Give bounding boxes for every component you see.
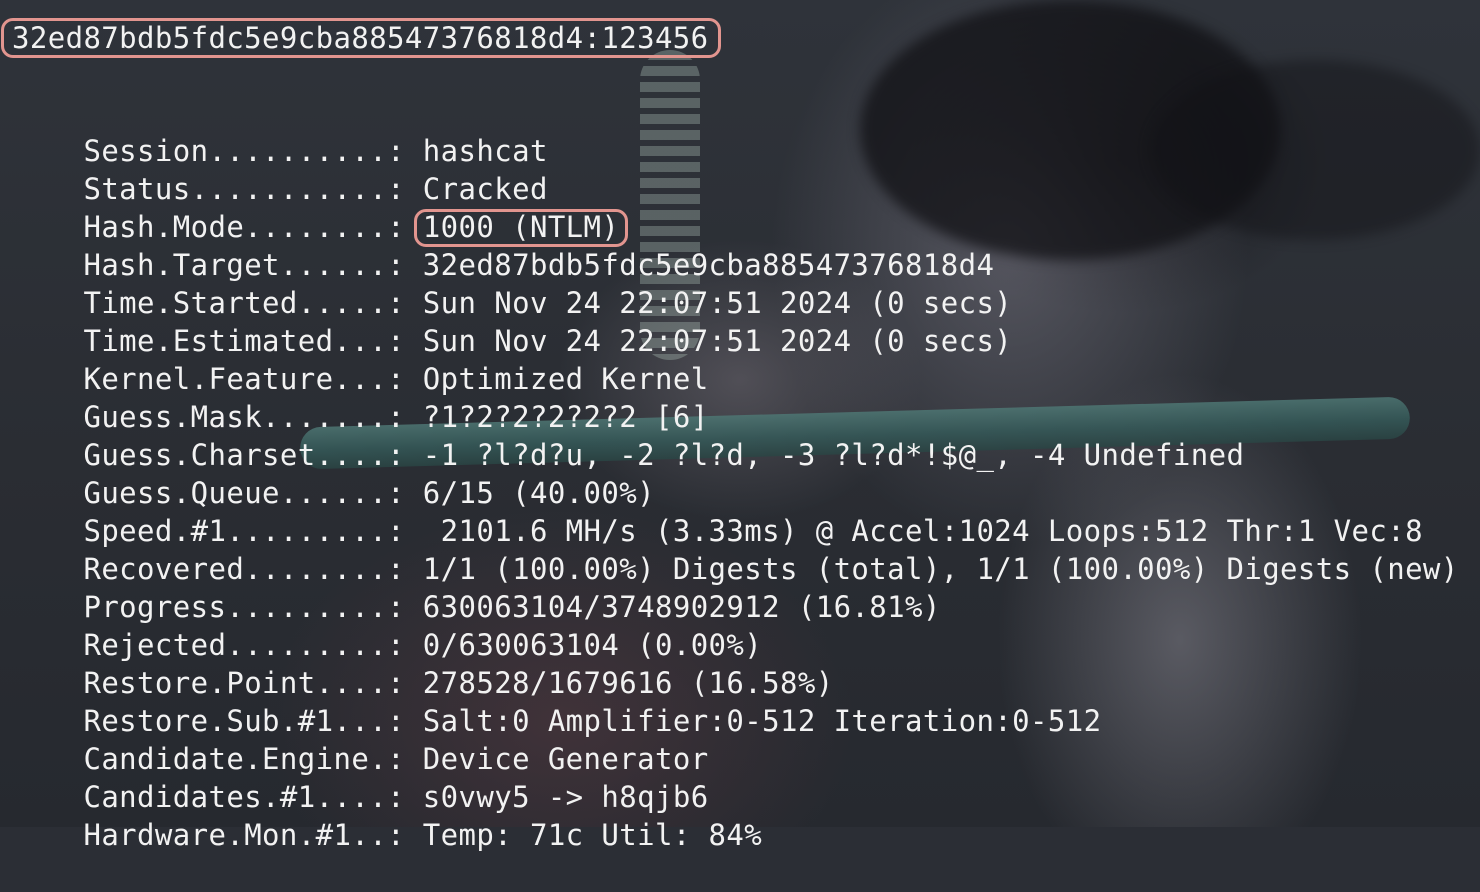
cracked-hash-highlight: 32ed87bdb5fdc5e9cba88547376818d4:123456 xyxy=(1,18,721,58)
terminal-output: 32ed87bdb5fdc5e9cba88547376818d4:123456 … xyxy=(0,0,1480,852)
status-line-guess-charset: Guess.Charset....: -1 ?l?d?u, -2 ?l?d, -… xyxy=(12,398,1244,472)
status-line-time-estimated: Time.Estimated...: Sun Nov 24 22:07:51 2… xyxy=(12,284,1012,358)
status-line-rejected: Rejected.........: 0/630063104 (0.00%) xyxy=(12,588,762,662)
status-line-time-started: Time.Started.....: Sun Nov 24 22:07:51 2… xyxy=(12,246,1012,320)
status-line-restore-point: Restore.Point....: 278528/1679616 (16.58… xyxy=(12,626,834,700)
status-line-hash-mode: Hash.Mode........: 1000 (NTLM) xyxy=(12,170,629,247)
field-key: Hardware.Mon.#1..: xyxy=(83,818,423,852)
status-line-restore-sub: Restore.Sub.#1...: Salt:0 Amplifier:0-51… xyxy=(12,664,1101,738)
status-line-guess-mask: Guess.Mask.......: ?1?2?2?2?2?2 [6] xyxy=(12,360,709,434)
status-line-progress: Progress.........: 630063104/3748902912 … xyxy=(12,550,941,624)
status-line-guess-queue: Guess.Queue......: 6/15 (40.00%) xyxy=(12,436,655,510)
status-line-recovered: Recovered........: 1/1 (100.00%) Digests… xyxy=(12,512,1459,586)
status-line-session: Session..........: hashcat xyxy=(12,94,548,168)
status-line-kernel-feature: Kernel.Feature...: Optimized Kernel xyxy=(12,322,709,396)
field-value: Temp: 71c Util: 84% xyxy=(422,818,763,852)
status-line-hash-target: Hash.Target......: 32ed87bdb5fdc5e9cba88… xyxy=(12,208,994,282)
status-line-speed: Speed.#1.........: 2101.6 MH/s (3.33ms) … xyxy=(12,474,1423,548)
status-line-hardware-mon: Hardware.Mon.#1..: Temp: 71c Util: 84% xyxy=(12,778,762,852)
status-line-candidate-engine: Candidate.Engine.: Device Generator xyxy=(12,702,709,776)
status-line-status: Status...........: Cracked xyxy=(12,132,548,206)
status-line-candidates: Candidates.#1....: s0vwy5 -> h8qjb6 xyxy=(12,740,709,814)
